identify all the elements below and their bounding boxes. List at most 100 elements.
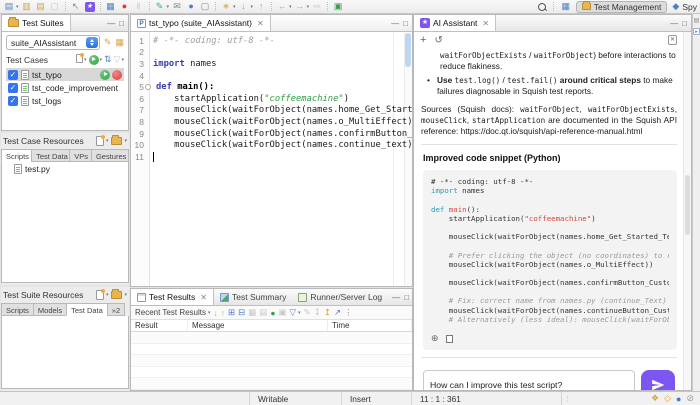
tab-test-summary[interactable]: Test Summary (214, 289, 292, 305)
next-annotation-icon[interactable]: ↓ (238, 1, 250, 12)
filter-dropdown-icon[interactable]: ▾ (298, 310, 301, 316)
object-map-icon[interactable]: ◇ (664, 393, 671, 404)
forward-dropdown-icon[interactable]: ▾ (307, 4, 310, 10)
tab-tst-typo-editor[interactable]: P tst_typo (suite_AIAssistant) ✕ (131, 15, 271, 31)
web-icon[interactable]: ● (185, 1, 197, 12)
tab-test-data[interactable]: Test Data (31, 149, 70, 162)
open-resource-dropdown-icon[interactable]: ▾ (124, 292, 127, 298)
minimize-icon[interactable]: — (392, 293, 400, 302)
filter-icon[interactable]: ▽ (290, 307, 297, 318)
new-test-case-icon[interactable] (75, 53, 84, 65)
wand-dropdown-icon[interactable]: ▾ (233, 4, 236, 10)
tab-test-suites[interactable]: Test Suites (2, 15, 71, 31)
maximize-icon[interactable]: □ (682, 19, 687, 28)
close-icon[interactable]: ✕ (482, 19, 489, 28)
checkbox-checked-icon[interactable]: ✓ (8, 82, 18, 93)
maximize-icon[interactable]: □ (404, 293, 409, 302)
scrollbar-thumb[interactable] (685, 175, 690, 236)
fast-view-editor-icon[interactable]: ▤ (694, 17, 700, 24)
next-failure-icon[interactable]: ↓ (214, 308, 218, 318)
minimize-icon[interactable]: — (670, 19, 678, 28)
expand-all-icon[interactable]: ⊞ (228, 307, 235, 318)
column-message[interactable]: Message (188, 320, 328, 331)
search-icon[interactable] (537, 2, 547, 12)
maximize-icon[interactable]: □ (119, 19, 124, 28)
recent-results-dropdown-icon[interactable]: ▾ (208, 310, 211, 316)
code-editor[interactable]: 1 # -*- coding: utf-8 -*- 2 3 import names… (131, 32, 412, 286)
list-item-tst-code-improvement[interactable]: ✓ tst_code_improvement (6, 81, 124, 94)
save-icon[interactable]: ▢ (49, 1, 61, 12)
tab-overflow[interactable]: »2 (106, 303, 126, 316)
run-dropdown-icon[interactable]: ▾ (100, 57, 103, 63)
next-annotation-dropdown-icon[interactable]: ▾ (251, 4, 254, 10)
tab-scripts[interactable]: Scripts (1, 149, 32, 162)
ai-panel-scrollbar[interactable] (683, 32, 691, 390)
minimize-icon[interactable]: — (391, 19, 399, 28)
history-icon[interactable]: ↺ (434, 35, 442, 46)
new-resource-icon[interactable] (95, 134, 105, 146)
list-item-tst-logs[interactable]: ✓ tst_logs (6, 94, 124, 107)
fast-view-restore-icon[interactable]: ▸ (693, 28, 700, 35)
stop-icon[interactable]: ● (119, 1, 131, 12)
list-item-tst-typo[interactable]: ✓ tst_typo (6, 68, 124, 81)
new-resource-dropdown-icon[interactable]: ▾ (106, 138, 109, 144)
test-management-perspective-button[interactable]: Test Management (575, 0, 668, 13)
tab-models[interactable]: Models (32, 303, 67, 316)
ai-assistant-toolbar-icon[interactable]: ★ (84, 1, 96, 12)
checkbox-checked-icon[interactable]: ✓ (8, 69, 18, 80)
previous-annotation-icon[interactable]: ↑ (255, 1, 267, 12)
column-time[interactable]: Time (328, 320, 412, 331)
annotate-dropdown-icon[interactable]: ▾ (167, 4, 170, 10)
list-item-test-py[interactable]: test.py (25, 164, 50, 174)
new-resource-dropdown-icon[interactable]: ▾ (106, 292, 109, 298)
window-icon[interactable]: ▢ (199, 1, 211, 12)
suite-selector-spinner-icon[interactable] (85, 37, 98, 48)
stop-test-case-icon[interactable] (112, 69, 122, 80)
new-wizard-dropdown-icon[interactable]: ▾ (16, 4, 19, 10)
close-icon[interactable]: ✕ (200, 293, 207, 302)
open-new-window-icon[interactable]: ▣ (332, 1, 344, 12)
wand-icon[interactable]: ∗ (220, 1, 232, 12)
previous-failure-icon[interactable]: ↑ (221, 308, 225, 318)
edit-suite-settings-icon[interactable]: ✎ (104, 37, 112, 48)
new-wizard-icon[interactable]: ▤ (3, 1, 15, 12)
tab-runner-server-log[interactable]: Runner/Server Log (292, 289, 388, 305)
recent-test-results-dropdown[interactable]: Recent Test Results (135, 308, 206, 317)
import-icon[interactable]: ▥ (21, 1, 33, 12)
verification-icon[interactable]: ● (270, 308, 275, 318)
filter-icon[interactable]: ▽ (114, 54, 121, 65)
tab-gestures[interactable]: Gestures (90, 149, 129, 162)
tab-vps[interactable]: VPs (69, 149, 91, 162)
suite-selector[interactable]: suite_AIAssistant (6, 35, 100, 50)
column-result[interactable]: Result (131, 320, 188, 331)
network-status-icon[interactable]: ● (676, 394, 681, 404)
object-map-icon[interactable]: ▦ (115, 37, 124, 48)
select-tool-icon[interactable]: ↖ (70, 1, 82, 12)
send-button[interactable] (641, 370, 675, 390)
tab-test-data[interactable]: Test Data (66, 303, 107, 316)
tab-ai-assistant[interactable]: ★ AI Assistant ✕ (414, 15, 497, 31)
checkbox-checked-icon[interactable]: ✓ (8, 95, 18, 106)
run-test-suite-icon[interactable] (88, 54, 99, 65)
open-resource-folder-icon[interactable] (111, 288, 123, 299)
collapse-all-icon[interactable]: ⊟ (238, 307, 245, 318)
pick-tool-icon[interactable]: ❖ (651, 393, 659, 404)
tab-scripts[interactable]: Scripts (1, 303, 33, 316)
sort-icon[interactable]: ⇅ (104, 54, 112, 65)
open-resource-folder-icon[interactable] (111, 134, 123, 145)
export-icon[interactable]: ▤ (35, 1, 47, 12)
mail-icon[interactable]: ✉ (171, 1, 183, 12)
insert-snippet-icon[interactable]: ⊕ (431, 333, 439, 344)
maximize-icon[interactable]: □ (403, 19, 408, 28)
detach-view-icon[interactable]: ✕ (668, 35, 677, 45)
open-perspective-icon[interactable]: ▦ (560, 1, 572, 12)
open-external-icon[interactable]: ↗ (334, 307, 341, 318)
spy-perspective-button[interactable]: ◆ Spy (671, 1, 697, 12)
annotate-icon[interactable]: ✎ (154, 1, 166, 12)
copy-snippet-icon[interactable] (445, 332, 458, 343)
import-report-icon[interactable]: ↥ (324, 307, 331, 318)
open-resource-dropdown-icon[interactable]: ▾ (124, 138, 127, 144)
tab-test-results[interactable]: Test Results ✕ (131, 289, 214, 305)
run-test-case-icon[interactable] (100, 69, 110, 80)
back-icon[interactable]: ← (276, 1, 288, 12)
